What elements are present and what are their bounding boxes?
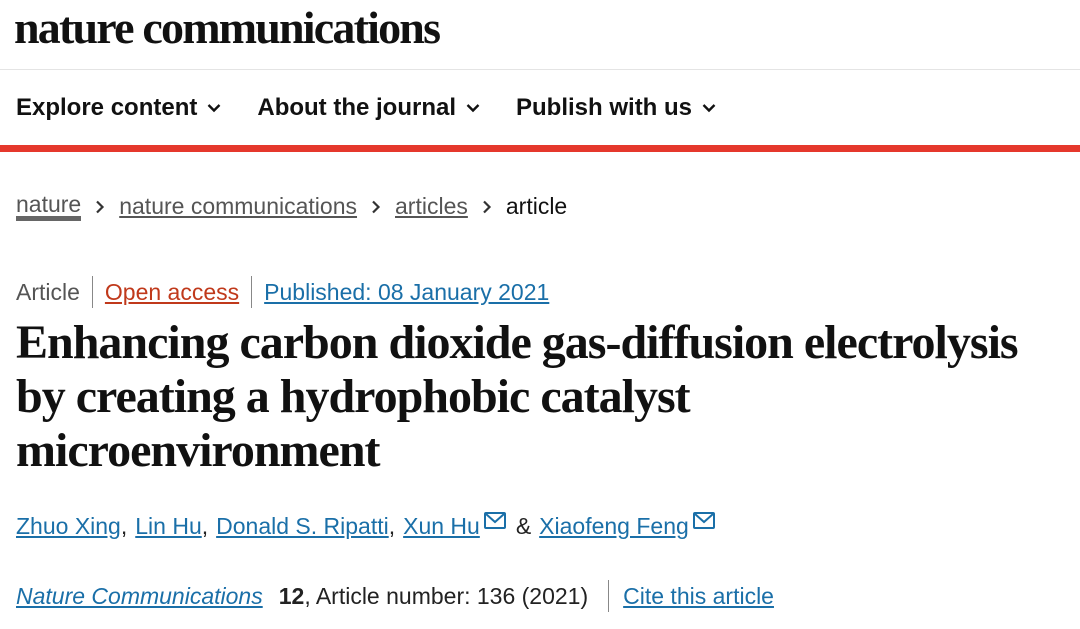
chevron-down-icon [702, 103, 716, 113]
divider [608, 580, 610, 612]
divider [251, 276, 253, 308]
author-link[interactable]: Donald S. Ripatti [216, 513, 389, 540]
author-separator: , [120, 513, 128, 539]
chevron-right-icon [371, 200, 381, 214]
breadcrumb: nature nature communications articles ar… [16, 192, 567, 221]
author-link[interactable]: Zhuo Xing [16, 513, 121, 540]
author-list: Zhuo Xing , Lin Hu , Donald S. Ripatti ,… [16, 512, 721, 541]
nav-item-label: Explore content [16, 93, 198, 121]
breadcrumb-nature[interactable]: nature [16, 192, 82, 221]
mail-icon[interactable] [483, 512, 506, 529]
main-nav: Explore content About the journal Publis… [0, 70, 1080, 152]
open-access-link[interactable]: Open access [105, 279, 239, 306]
cite-this-article-link[interactable]: Cite this article [623, 583, 774, 610]
nav-item-label: Publish with us [516, 93, 693, 121]
journal-link[interactable]: Nature Communications [16, 583, 263, 610]
chevron-right-icon [95, 200, 105, 214]
article-title: Enhancing carbon dioxide gas-diffusion e… [16, 316, 1076, 478]
author-link[interactable]: Xiaofeng Feng [539, 513, 689, 540]
published-date-link[interactable]: Published: 08 January 2021 [264, 279, 549, 306]
author-link[interactable]: Lin Hu [135, 513, 201, 540]
chevron-down-icon [466, 103, 480, 113]
divider [91, 276, 93, 308]
site-header: nature communications [0, 0, 1080, 70]
article-meta: Article Open access Published: 08 Januar… [16, 276, 549, 308]
chevron-down-icon [207, 103, 221, 113]
breadcrumb-nature-communications[interactable]: nature communications [119, 193, 357, 220]
title-line: microenvironment [16, 424, 380, 477]
author-separator: , [388, 513, 396, 539]
breadcrumb-current: article [505, 193, 568, 219]
nav-item-label: About the journal [257, 93, 457, 121]
author-ampersand: & [515, 513, 532, 539]
mail-icon[interactable] [692, 512, 715, 529]
article-number: , Article number: 136 (2021) [304, 582, 589, 609]
article-type: Article [16, 278, 80, 305]
journal-logo[interactable]: nature communications [14, 0, 1080, 56]
nav-publish-with-us[interactable]: Publish with us [516, 94, 716, 122]
chevron-right-icon [482, 200, 492, 214]
title-line: Enhancing carbon dioxide gas-diffusion e… [16, 316, 1019, 369]
title-line: by creating a hydrophobic catalyst [16, 370, 691, 423]
nav-about-the-journal[interactable]: About the journal [257, 94, 480, 122]
nav-explore-content[interactable]: Explore content [16, 94, 221, 122]
author-separator: , [201, 513, 209, 539]
volume-number: 12 [278, 582, 305, 609]
breadcrumb-articles[interactable]: articles [395, 193, 468, 220]
citation-line: Nature Communications 12 , Article numbe… [16, 580, 774, 612]
author-link[interactable]: Xun Hu [403, 513, 480, 540]
